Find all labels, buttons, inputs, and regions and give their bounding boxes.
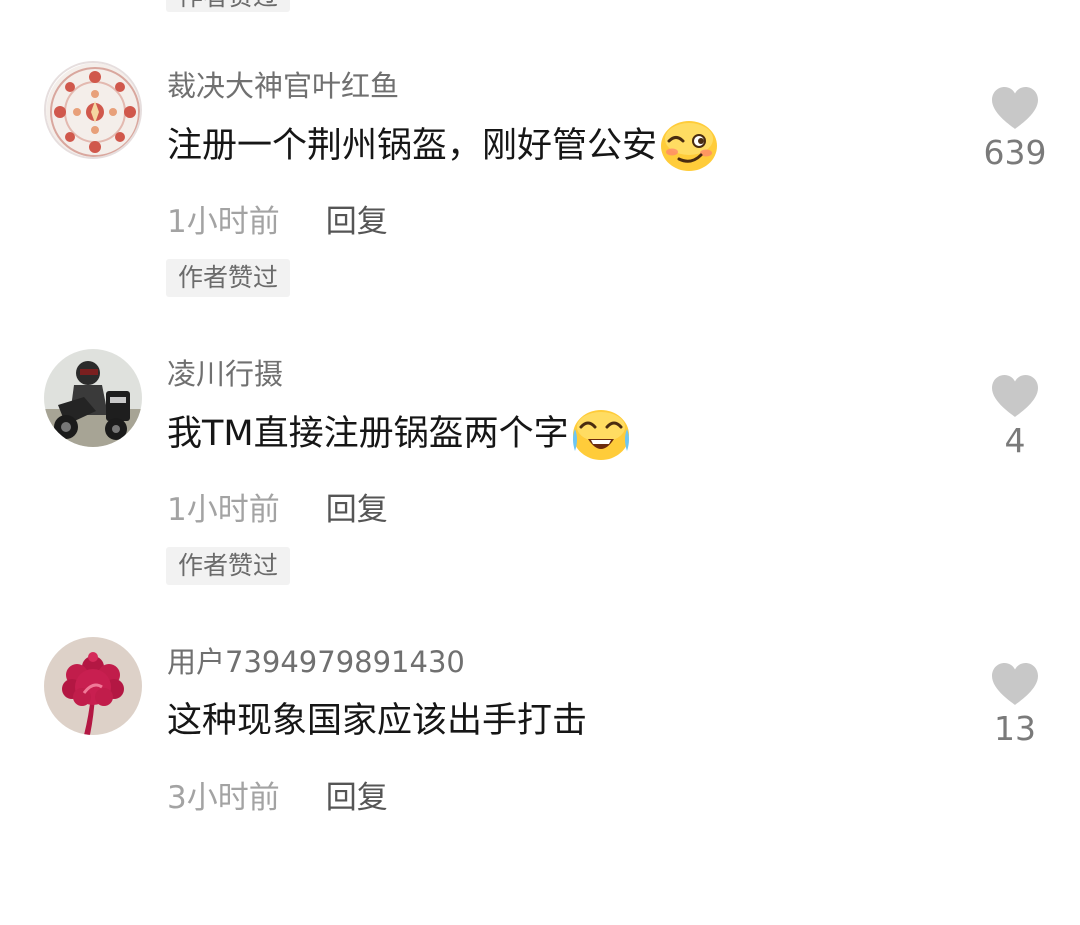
heart-icon[interactable] [989,373,1041,419]
comment-text: 注册一个荆州锅盔，刚好管公安 [167,119,719,173]
crying-laughing-face-emoji-icon [571,407,631,461]
avatar[interactable] [44,349,142,447]
comment-username[interactable]: 用户7394979891430 [167,642,465,682]
comment-time: 1小时前 [167,491,280,528]
comment-meta: 1小时前 回复 [167,194,388,242]
comment-item: 裁决大神官叶红鱼 注册一个荆州锅盔，刚好管公安 1小时前 回复 作者赞过 639 [0,61,1080,349]
like-button[interactable]: 4 [975,373,1055,461]
mandala-avatar-icon [46,63,140,157]
comment-text-body: 我TM直接注册锅盔两个字 [167,414,569,454]
author-liked-badge: 作者赞过 [166,259,291,297]
comment-text: 这种现象国家应该出手打击 [167,695,587,747]
motorcycle-rider-avatar-icon [44,349,142,447]
comment-username[interactable]: 裁决大神官叶红鱼 [167,66,399,106]
like-button[interactable]: 13 [975,661,1055,749]
like-count: 639 [983,133,1047,172]
like-count: 13 [994,709,1036,748]
comment-time: 1小时前 [167,203,280,240]
comment-item: 凌川行摄 我TM直接注册锅盔两个字 1小时前 回复 作者赞过 4 [0,349,1080,637]
comment-meta: 3小时前 回复 [167,770,388,818]
heart-icon[interactable] [989,85,1041,131]
author-liked-badge: 作者赞过 [166,547,291,585]
comment-time: 3小时前 [167,779,280,816]
avatar[interactable] [44,637,142,735]
author-liked-badge: 作者赞过 [166,0,291,12]
comment-text-body: 这种现象国家应该出手打击 [167,701,588,741]
comment-item: 用户7394979891430 这种现象国家应该出手打击 3小时前 回复 13 [0,637,1080,925]
comment-text: 我TM直接注册锅盔两个字 [167,407,631,461]
reply-button[interactable]: 回复 [326,196,388,241]
reply-button[interactable]: 回复 [326,484,388,529]
smirking-face-emoji-icon [659,119,719,173]
like-button[interactable]: 639 [975,85,1055,173]
heart-icon[interactable] [989,661,1041,707]
reply-button[interactable]: 回复 [326,772,388,817]
avatar[interactable] [44,61,142,159]
like-count: 4 [1004,421,1026,460]
comment-meta: 1小时前 回复 [167,482,388,530]
comment-username[interactable]: 凌川行摄 [167,354,283,394]
comment-text-body: 注册一个荆州锅盔，刚好管公安 [167,126,658,166]
red-flower-avatar-icon [44,637,142,735]
